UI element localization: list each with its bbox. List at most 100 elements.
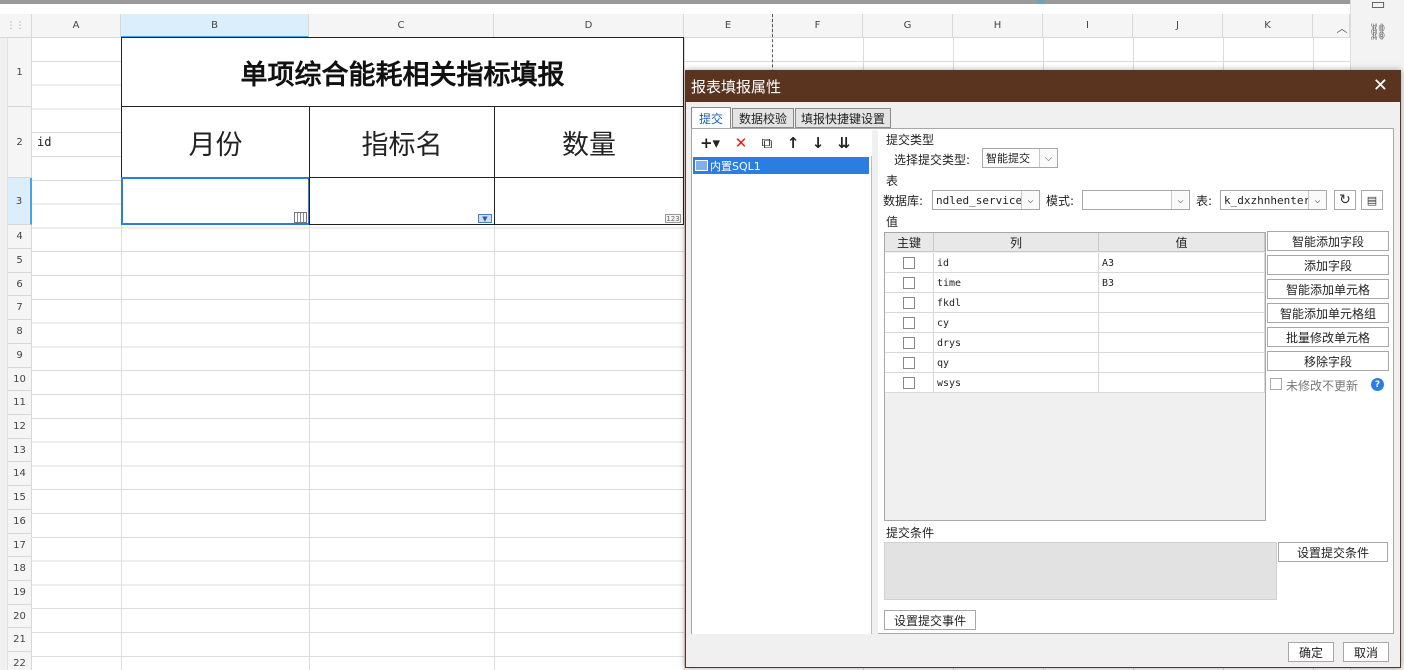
database-select[interactable]: ndled_service ⌵ bbox=[932, 190, 1040, 210]
primary-key-checkbox[interactable] bbox=[903, 337, 915, 349]
table-row[interactable]: drys bbox=[885, 333, 1265, 353]
primary-key-checkbox[interactable] bbox=[903, 357, 915, 369]
preview-icon[interactable]: ▤ bbox=[1361, 190, 1383, 210]
smart-add-cell-group-button[interactable]: 智能添加单元格组 bbox=[1267, 303, 1389, 323]
row-header-13[interactable]: 13 bbox=[8, 439, 32, 462]
primary-key-checkbox[interactable] bbox=[903, 377, 915, 389]
primary-key-checkbox[interactable] bbox=[903, 297, 915, 309]
cell-b3[interactable] bbox=[121, 177, 310, 225]
refresh-icon[interactable]: ↻ bbox=[1334, 190, 1356, 210]
mode-select[interactable]: ⌵ bbox=[1082, 190, 1190, 210]
table-row[interactable]: id A3 bbox=[885, 253, 1265, 273]
row-value[interactable] bbox=[1099, 293, 1265, 313]
row-column-name[interactable]: wsys bbox=[934, 373, 1099, 393]
submit-condition-area[interactable] bbox=[884, 542, 1277, 600]
column-header-a[interactable]: A bbox=[32, 14, 121, 38]
copy-icon[interactable]: ⧉ bbox=[758, 134, 776, 152]
row-header-22[interactable]: 22 bbox=[8, 652, 32, 670]
column-header-f[interactable]: F bbox=[773, 14, 863, 38]
row-header-21[interactable]: 21 bbox=[8, 628, 32, 652]
row-header-12[interactable]: 12 bbox=[8, 415, 32, 439]
column-header-c[interactable]: C bbox=[309, 14, 494, 38]
column-header-h[interactable]: H bbox=[953, 14, 1043, 38]
row-header-6[interactable]: 6 bbox=[8, 273, 32, 296]
link-icon[interactable]: ⛓ bbox=[1368, 22, 1388, 41]
row-value[interactable]: B3 bbox=[1099, 273, 1265, 293]
row-column-name[interactable]: cy bbox=[934, 313, 1099, 333]
calendar-icon[interactable] bbox=[294, 212, 307, 223]
primary-key-checkbox[interactable] bbox=[903, 317, 915, 329]
row-value[interactable] bbox=[1099, 353, 1265, 373]
column-header-primary-key[interactable]: 主键 bbox=[885, 233, 934, 252]
header-cell-month[interactable]: 月份 bbox=[121, 106, 310, 178]
sql-list[interactable]: 内置SQL1 bbox=[692, 156, 872, 634]
column-header-e[interactable]: E bbox=[684, 14, 773, 38]
add-icon[interactable]: +▾ bbox=[698, 134, 722, 152]
row-header-4[interactable]: 4 bbox=[8, 225, 32, 249]
row-column-name[interactable]: fkdl bbox=[934, 293, 1099, 313]
dialog-title-bar[interactable]: 报表填报属性 bbox=[686, 71, 1400, 102]
row-header-15[interactable]: 15 bbox=[8, 486, 32, 510]
row-value[interactable] bbox=[1099, 373, 1265, 393]
column-header-k[interactable]: K bbox=[1223, 14, 1313, 38]
field-mapping-table[interactable]: 主键 列 值 id A3 time B3 fkdl cy drys qy wsy… bbox=[884, 232, 1266, 521]
table-row[interactable]: cy bbox=[885, 313, 1265, 333]
cell-d3[interactable]: 123 bbox=[494, 177, 684, 225]
column-header-d[interactable]: D bbox=[494, 14, 684, 38]
move-up-icon[interactable]: ↑ bbox=[784, 134, 802, 152]
row-header-7[interactable]: 7 bbox=[8, 296, 32, 320]
row-header-20[interactable]: 20 bbox=[8, 605, 32, 628]
row-header-1[interactable]: 1 bbox=[8, 38, 32, 107]
row-value[interactable] bbox=[1099, 313, 1265, 333]
set-submit-condition-button[interactable]: 设置提交条件 bbox=[1278, 542, 1388, 562]
table-row[interactable]: wsys bbox=[885, 373, 1265, 393]
table-row[interactable]: fkdl bbox=[885, 293, 1265, 313]
move-bottom-icon[interactable]: ⇊ bbox=[835, 134, 853, 152]
row-value[interactable]: A3 bbox=[1099, 253, 1265, 273]
table-row[interactable]: time B3 bbox=[885, 273, 1265, 293]
dropdown-icon[interactable]: ▼ bbox=[478, 214, 492, 223]
row-header-17[interactable]: 17 bbox=[8, 534, 32, 557]
panel-splitter[interactable] bbox=[872, 130, 878, 634]
set-submit-event-button[interactable]: 设置提交事件 bbox=[884, 610, 976, 630]
row-header-3[interactable]: 3 bbox=[8, 178, 32, 225]
batch-modify-cells-button[interactable]: 批量修改单元格 bbox=[1267, 327, 1389, 347]
select-all-corner[interactable]: ⋮⋮ bbox=[0, 14, 32, 38]
smart-add-cell-button[interactable]: 智能添加单元格 bbox=[1267, 279, 1389, 299]
delete-icon[interactable]: ✕ bbox=[732, 134, 750, 152]
row-column-name[interactable]: time bbox=[934, 273, 1099, 293]
row-header-8[interactable]: 8 bbox=[8, 320, 32, 344]
row-column-name[interactable]: qy bbox=[934, 353, 1099, 373]
add-field-button[interactable]: 添加字段 bbox=[1267, 255, 1389, 275]
smart-add-field-button[interactable]: 智能添加字段 bbox=[1267, 231, 1389, 251]
header-cell-indicator[interactable]: 指标名 bbox=[309, 106, 495, 178]
remove-field-button[interactable]: 移除字段 bbox=[1267, 351, 1389, 371]
column-header-i[interactable]: I bbox=[1043, 14, 1133, 38]
row-column-name[interactable]: drys bbox=[934, 333, 1099, 353]
cancel-button[interactable]: 取消 bbox=[1343, 642, 1389, 662]
tab-shortcut-settings[interactable]: 填报快捷键设置 bbox=[795, 108, 891, 128]
title-cell[interactable]: 单项综合能耗相关指标填报 bbox=[121, 37, 684, 107]
document-icon[interactable]: ▭ bbox=[1369, 0, 1387, 13]
row-header-10[interactable]: 10 bbox=[8, 368, 32, 391]
row-header-19[interactable]: 19 bbox=[8, 581, 32, 605]
column-header-value[interactable]: 值 bbox=[1099, 233, 1265, 252]
row-column-name[interactable]: id bbox=[934, 253, 1099, 273]
cell-a2[interactable]: id bbox=[33, 106, 121, 178]
row-header-2[interactable]: 2 bbox=[8, 107, 32, 178]
ok-button[interactable]: 确定 bbox=[1288, 642, 1334, 662]
table-select[interactable]: k_dxzhnhenter ⌵ bbox=[1220, 190, 1327, 210]
row-header-14[interactable]: 14 bbox=[8, 462, 32, 486]
primary-key-checkbox[interactable] bbox=[903, 277, 915, 289]
scroll-up-icon[interactable]: ︿ bbox=[1334, 18, 1350, 38]
table-row[interactable]: qy bbox=[885, 353, 1265, 373]
tab-data-validation[interactable]: 数据校验 bbox=[732, 108, 794, 128]
close-icon[interactable]: ✕ bbox=[1373, 75, 1388, 97]
cell-c3[interactable]: ▼ bbox=[309, 177, 495, 225]
number-icon[interactable]: 123 bbox=[665, 214, 681, 223]
submit-type-select[interactable]: 智能提交 ⌵ bbox=[982, 148, 1058, 168]
column-header-column[interactable]: 列 bbox=[934, 233, 1099, 252]
column-header-j[interactable]: J bbox=[1133, 14, 1223, 38]
row-header-11[interactable]: 11 bbox=[8, 391, 32, 415]
row-header-5[interactable]: 5 bbox=[8, 249, 32, 273]
